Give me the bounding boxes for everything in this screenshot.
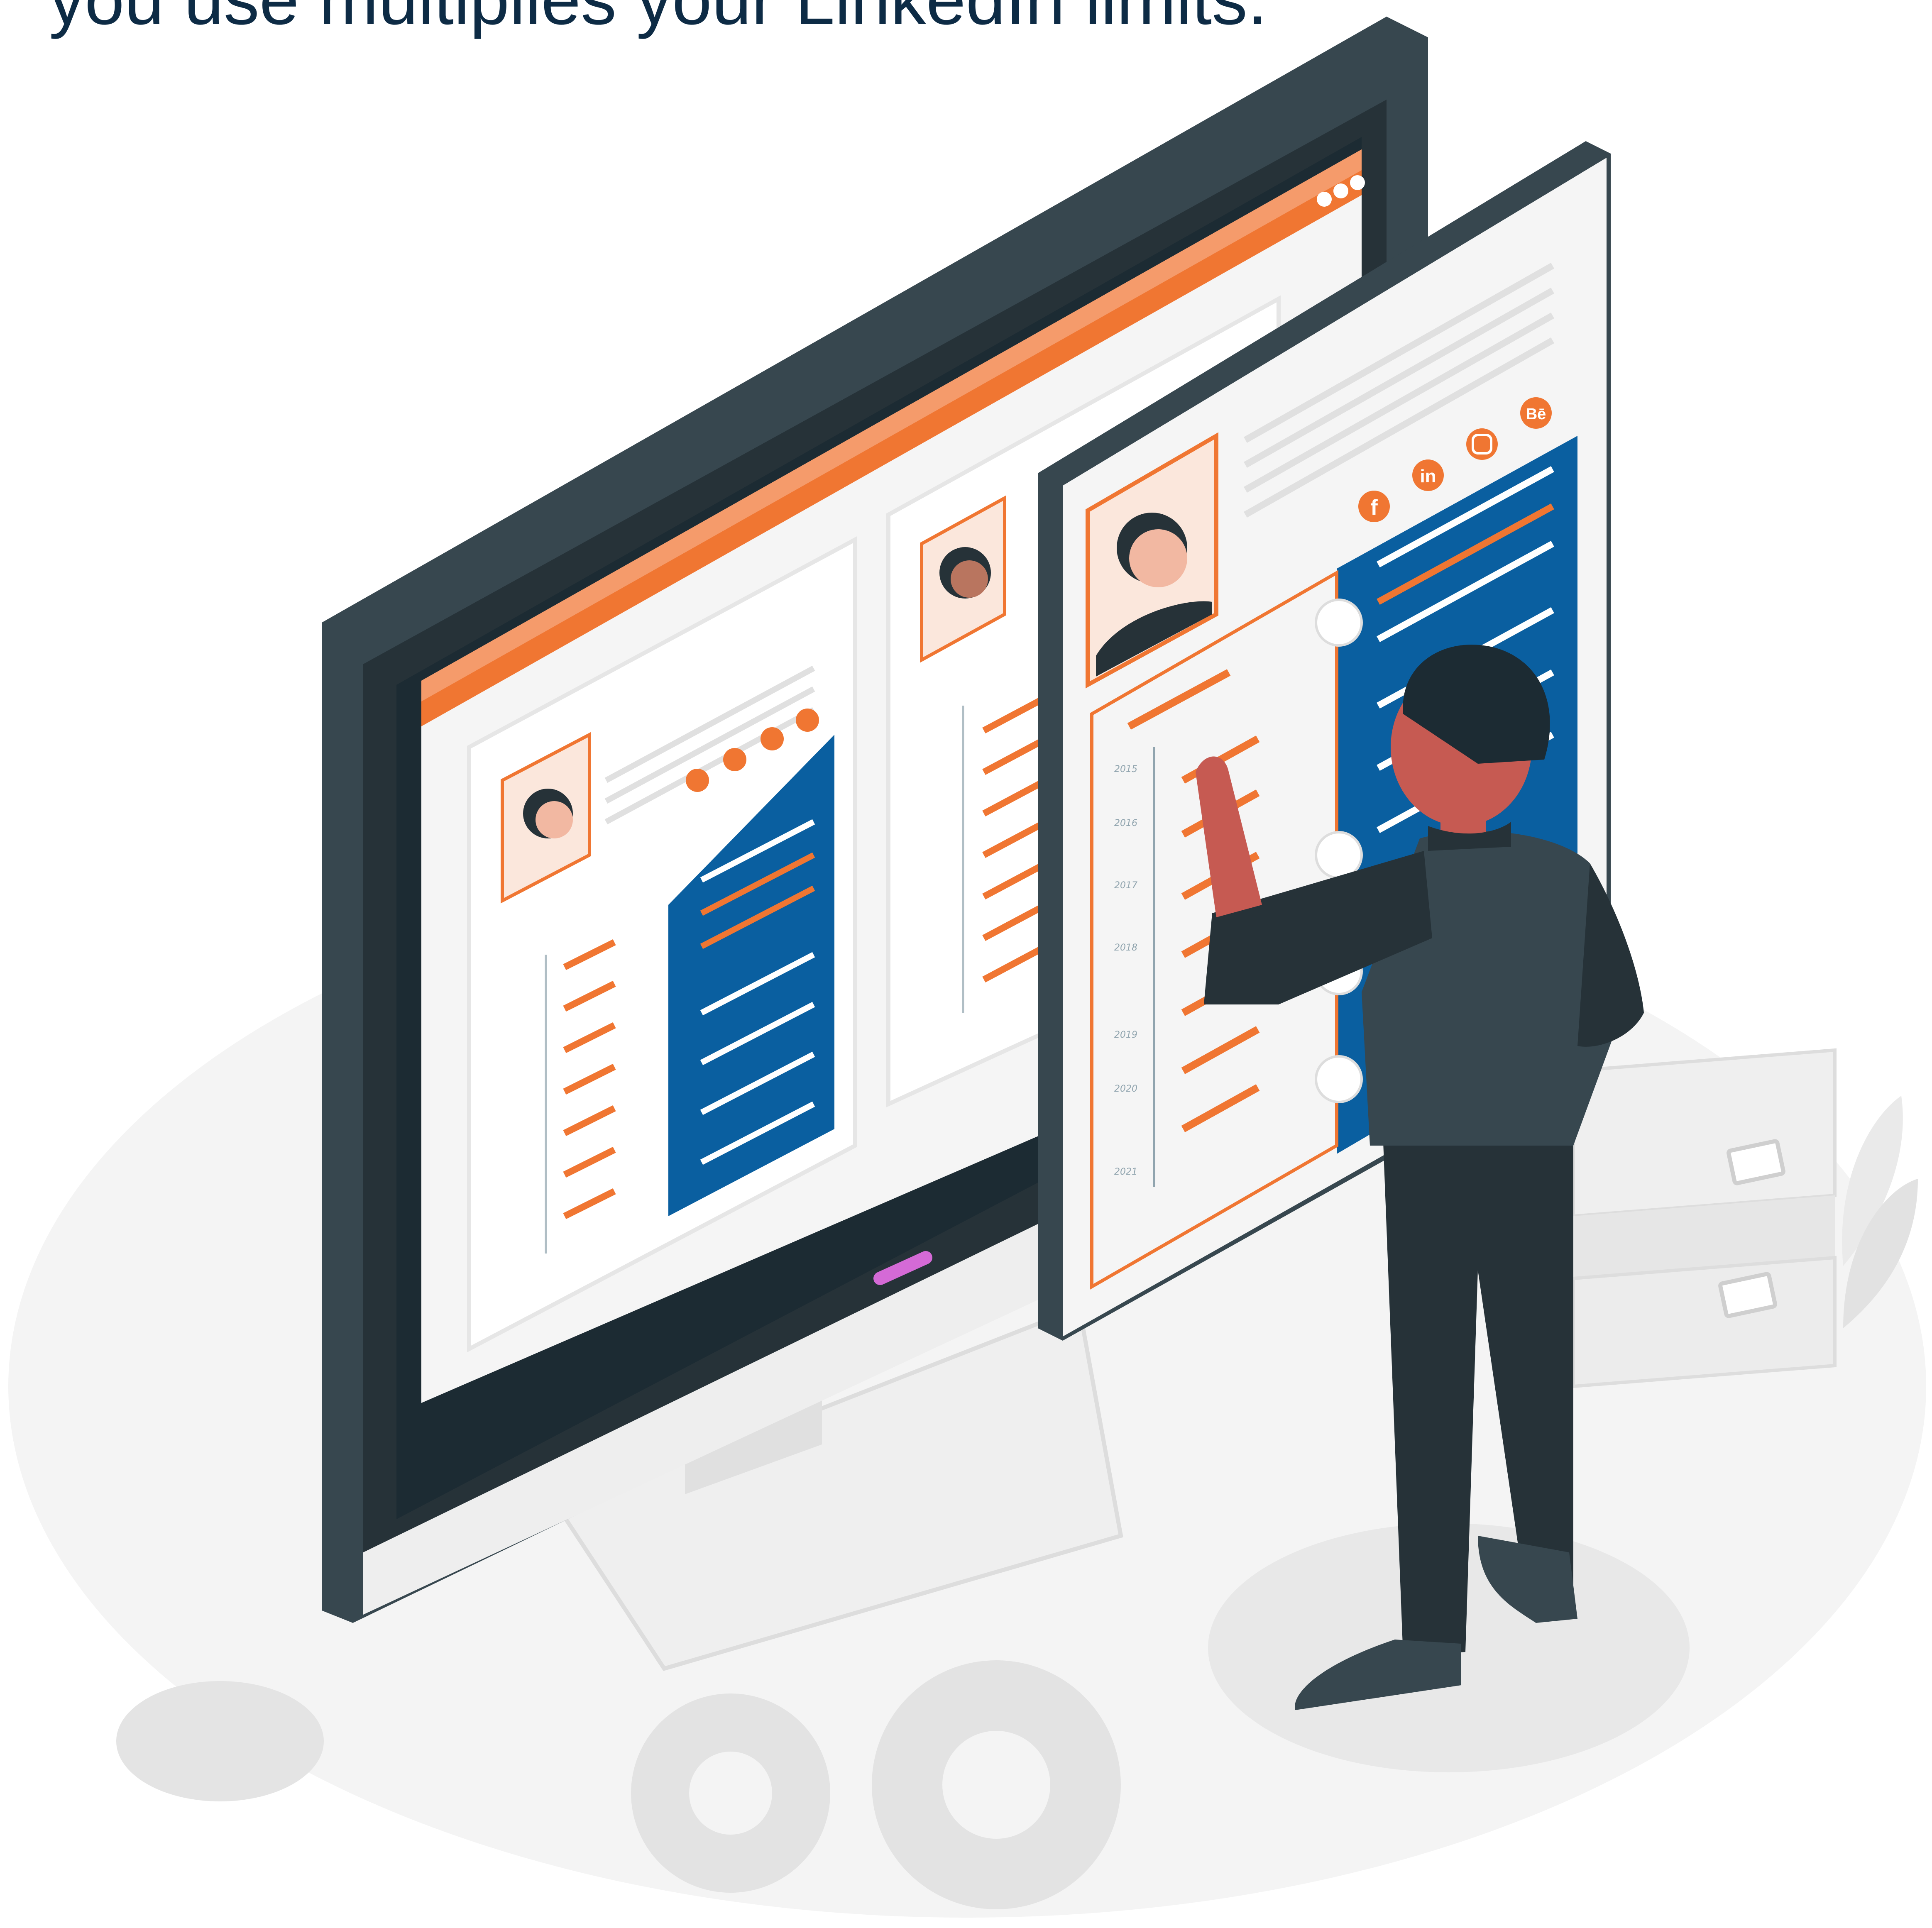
linkedin-glyph: in [1420, 466, 1436, 486]
avatar-face [536, 801, 573, 838]
box-bottom [1572, 1256, 1837, 1388]
gear-hole [689, 1752, 772, 1835]
small-floor-disc [116, 1681, 324, 1801]
lightbulb-icon [1315, 831, 1363, 879]
facebook-icon [686, 769, 709, 792]
linkedin-icon [723, 748, 746, 771]
pencil-icon [1315, 599, 1363, 647]
year-label: 2019 [1114, 1030, 1137, 1040]
avatar-face [951, 560, 988, 598]
gear-hole [942, 1731, 1050, 1839]
instagram-icon [1466, 428, 1498, 460]
facebook-glyph: f [1370, 496, 1378, 520]
year-label: 2020 [1114, 1084, 1137, 1094]
box-top-lid [1572, 1048, 1837, 1218]
window-dot [1333, 183, 1348, 198]
year-label: 2015 [1114, 764, 1137, 775]
gear-icon [872, 1660, 1121, 1909]
window-dot [1350, 175, 1365, 190]
behance-icon [796, 709, 819, 732]
gear-icon [631, 1693, 830, 1893]
window-dot [1317, 192, 1332, 207]
illustration: f in Bē 2015 2016 2017 2018 2019 2020 20… [8, 17, 1926, 1918]
year-label: 2021 [1114, 1167, 1137, 1177]
behance-glyph: Bē [1526, 406, 1546, 423]
year-label: 2018 [1114, 943, 1137, 953]
instagram-icon [761, 727, 784, 750]
year-label: 2017 [1114, 880, 1137, 891]
year-label: 2016 [1114, 818, 1137, 828]
avatar-face [1129, 529, 1187, 587]
speech-bubble-icon [1315, 1055, 1363, 1103]
